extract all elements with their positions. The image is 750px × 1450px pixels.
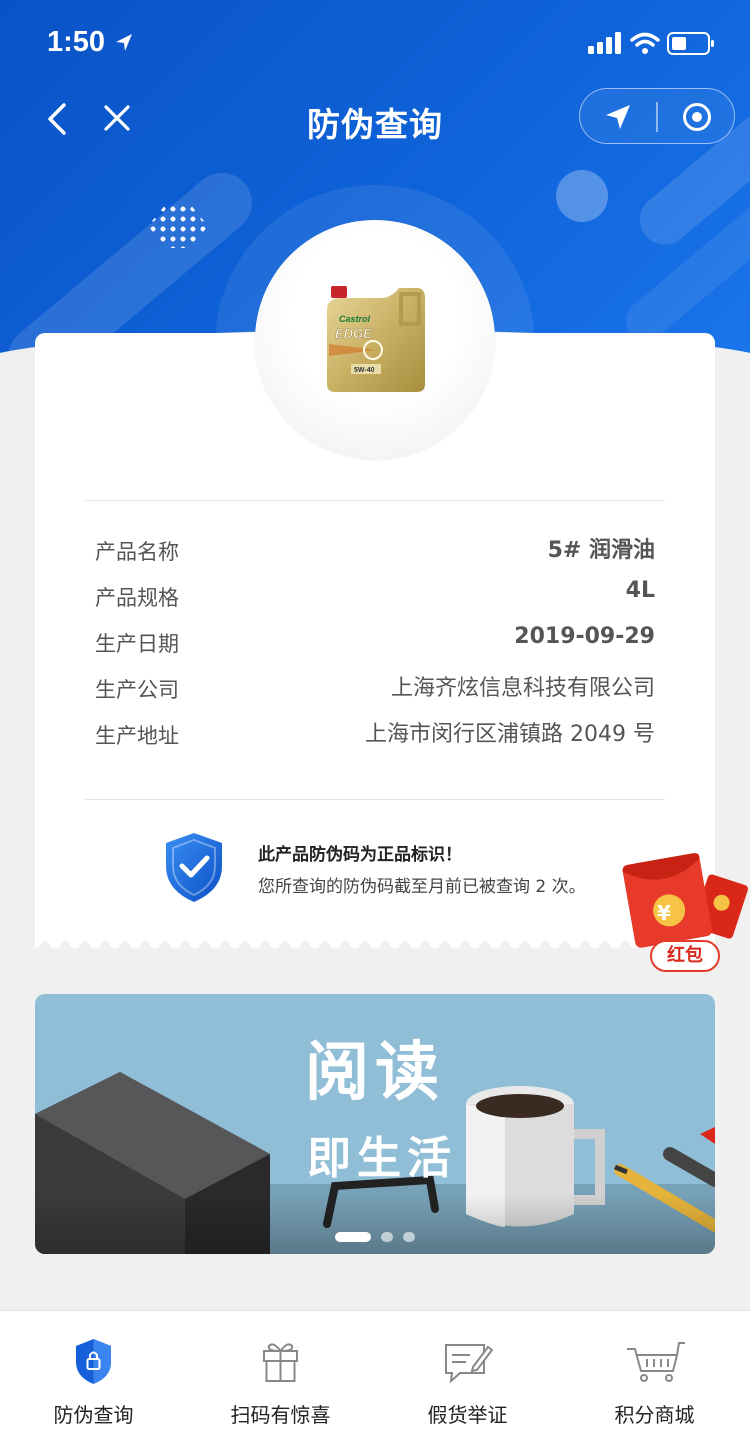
tab-label: 假货举证 — [427, 1403, 508, 1427]
tab-report-fake[interactable]: 假货举证 — [374, 1311, 561, 1450]
tab-label: 防伪查询 — [53, 1403, 134, 1427]
grade-text: 5W-40 — [354, 367, 375, 374]
location-arrow-icon — [116, 34, 132, 51]
status-time: 1:50 — [47, 26, 106, 58]
info-value: 上海市闵行区浦镇路 2049 号 — [365, 722, 655, 747]
miniapp-capsule — [579, 88, 735, 144]
banner-subtitle: 即生活 — [307, 1133, 457, 1184]
tab-label: 积分商城 — [614, 1403, 695, 1427]
tab-anti-counterfeit[interactable]: 防伪查询 — [0, 1311, 187, 1450]
share-location-icon[interactable] — [604, 103, 632, 131]
verification-title: 此产品防伪码为正品标识！ — [258, 845, 462, 865]
yuan-symbol: ¥ — [657, 901, 671, 925]
tab-points-mall[interactable]: 积分商城 — [561, 1311, 748, 1450]
divider — [85, 799, 665, 800]
red-packet-icon: ¥ — [622, 853, 748, 948]
red-packet-label: 红包 — [650, 940, 720, 972]
battery-icon — [667, 32, 714, 55]
info-value: 2019-09-29 — [514, 624, 655, 649]
model-text: EDGE — [335, 326, 372, 341]
verification-notice: 此产品防伪码为正品标识！ 您所查询的防伪码截至月前已被查询 2 次。 — [160, 830, 630, 910]
decorative-circle — [556, 170, 608, 222]
product-image-frame: Castrol EDGE 5W-40 — [255, 220, 495, 460]
capsule-divider — [656, 102, 658, 132]
tab-label: 扫码有惊喜 — [230, 1403, 331, 1427]
banner-title: 阅读 — [305, 1036, 445, 1110]
info-row-company: 生产公司 上海齐炫信息科技有限公司 — [95, 668, 655, 708]
target-icon[interactable] — [682, 102, 712, 132]
info-value: 5# 润滑油 — [547, 538, 655, 563]
signal-icon — [588, 32, 621, 54]
info-row-date: 生产日期 2019-09-29 — [95, 622, 655, 662]
info-label: 生产地址 — [95, 724, 179, 748]
oil-bottle-image: Castrol EDGE 5W-40 — [327, 286, 425, 392]
shield-lock-icon — [76, 1339, 111, 1384]
info-row-name: 产品名称 5# 润滑油 — [95, 530, 655, 570]
verified-shield-icon — [166, 833, 222, 902]
info-row-address: 生产地址 上海市闵行区浦镇路 2049 号 — [95, 714, 655, 754]
info-value: 4L — [625, 578, 655, 603]
info-value: 上海齐炫信息科技有限公司 — [390, 676, 655, 701]
info-label: 产品名称 — [95, 540, 179, 564]
red-packet-button[interactable]: ¥ 红包 — [620, 848, 750, 973]
info-label: 生产公司 — [95, 678, 179, 702]
info-label: 产品规格 — [95, 586, 179, 610]
carousel-dot[interactable] — [403, 1232, 415, 1242]
divider — [85, 500, 665, 501]
bottom-tab-bar: 防伪查询 扫码有惊喜 假货举证 积分商城 — [0, 1310, 750, 1450]
info-row-spec: 产品规格 4L — [95, 576, 655, 616]
verification-message: 您所查询的防伪码截至月前已被查询 2 次。 — [258, 877, 586, 897]
gift-icon — [263, 1343, 298, 1382]
status-bar: 1:50 — [0, 0, 750, 88]
report-edit-icon — [445, 1344, 494, 1384]
carousel-dot-active[interactable] — [335, 1232, 371, 1242]
wifi-icon — [630, 32, 660, 54]
carousel-dot[interactable] — [381, 1232, 393, 1242]
promo-banner[interactable]: 阅读 即生活 — [35, 994, 715, 1254]
info-label: 生产日期 — [95, 632, 179, 656]
cart-icon — [627, 1342, 685, 1382]
tab-scan-surprise[interactable]: 扫码有惊喜 — [187, 1311, 374, 1450]
brand-text: Castrol — [339, 314, 371, 324]
nav-bar: 防伪查询 — [0, 88, 750, 148]
card-zigzag-edge — [35, 932, 715, 948]
